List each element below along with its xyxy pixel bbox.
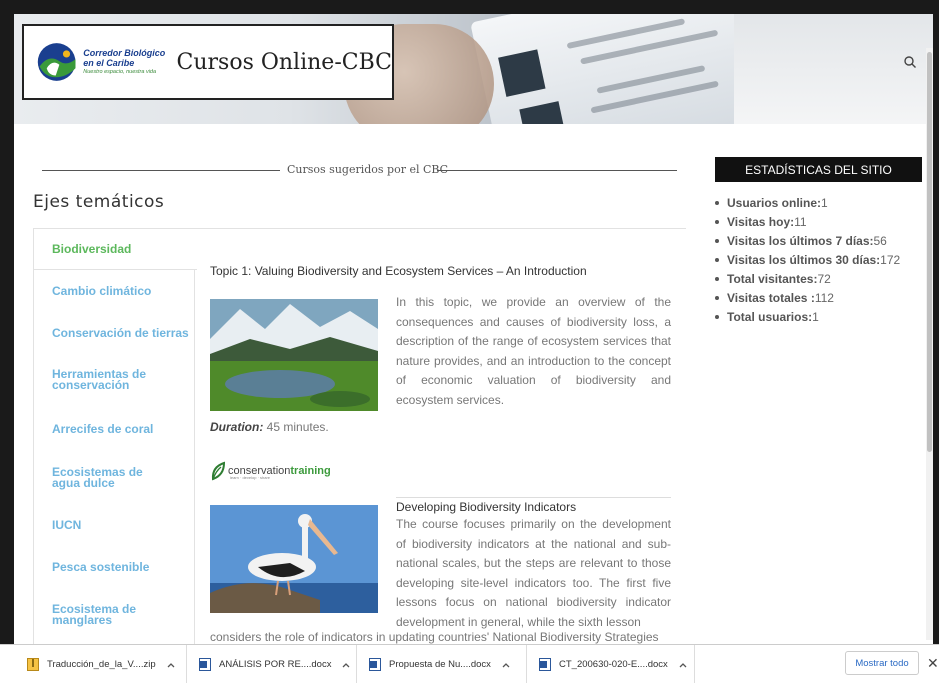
stat-value: 112 [814,291,834,305]
stats-heading: ESTADÍSTICAS DEL SITIO [715,157,922,182]
chevron-up-icon[interactable] [501,660,511,670]
course-image-pelican[interactable] [210,505,378,613]
chevron-up-icon[interactable] [166,660,176,670]
sidebar-item-herramientas[interactable]: Herramientas de conservación [34,358,174,402]
word-file-icon [539,658,551,671]
sidebar-item-cambio-climatico[interactable]: Cambio climático [34,270,196,312]
chevron-up-icon[interactable] [341,660,351,670]
scrollbar-thumb[interactable] [927,52,932,452]
download-item[interactable]: ANÁLISIS POR RE....docx [187,645,357,683]
download-item[interactable]: CT_200630-020-E....docx [527,645,695,683]
site-logo[interactable]: Corredor Biológico en el Caribe Nuestro … [22,24,394,100]
course-duration: Duration: 45 minutes. [210,420,329,434]
zip-file-icon [27,658,39,671]
close-icon[interactable]: ✕ [927,655,939,672]
stat-item: Total usuarios:1 [714,310,900,329]
download-filename: CT_200630-020-E....docx [559,659,668,670]
course-description: In this topic, we provide an overview of… [396,295,671,407]
sidebar-item-biodiversidad[interactable]: Biodiversidad [34,228,197,270]
sidebar-item-agua-dulce[interactable]: Ecosistemas de agua dulce [34,456,174,500]
stat-value: 172 [880,253,901,267]
topic-nav: Biodiversidad Cambio climático Conservac… [33,228,197,644]
download-item[interactable]: Propuesta de Nu....docx [357,645,527,683]
stat-key: Total usuarios: [727,310,813,324]
logo-line-1: Corredor Biológico [83,48,166,58]
logo-line-2: en el Caribe [83,58,135,68]
stat-key: Visitas los últimos 7 días: [727,234,874,248]
window-frame-left [0,0,14,644]
stat-key: Visitas totales : [727,291,815,305]
stat-item: Visitas los últimos 7 días:56 [714,234,900,253]
page-scrollbar[interactable] [926,48,933,640]
stat-key: Visitas hoy: [727,215,795,229]
banner-device-image [734,14,933,124]
download-filename: Propuesta de Nu....docx [389,659,491,670]
stat-item: Usuarios online:1 [714,196,900,215]
stat-item: Total visitantes:72 [714,272,900,291]
course-image-landscape[interactable] [210,299,378,411]
leaf-icon [211,461,226,481]
window-frame-top [0,0,939,14]
provider-logo[interactable]: conservationtraining learn · develop · s… [210,461,331,481]
search-icon[interactable] [903,55,917,69]
stat-key: Total visitantes: [727,272,818,286]
course-title-2[interactable]: Developing Biodiversity Indicators [396,500,576,514]
stat-key: Usuarios online: [727,196,822,210]
sidebar-item-arrecifes[interactable]: Arrecifes de coral [34,408,196,450]
download-item[interactable]: Traducción_de_la_V....zip [0,645,187,683]
download-filename: Traducción_de_la_V....zip [47,659,156,670]
download-filename: ANÁLISIS POR RE....docx [219,659,332,670]
stats-list: Usuarios online:1 Visitas hoy:11 Visitas… [714,196,900,329]
stat-item: Visitas hoy:11 [714,215,900,234]
course-description-2-cont: considers the role of indicators in upda… [210,631,659,644]
banner-tablet-image [470,14,758,124]
stat-item: Visitas totales :112 [714,291,900,310]
section-rule-right [437,170,677,171]
stat-value: 72 [817,272,831,286]
stat-value: 56 [873,234,887,248]
stat-value: 1 [812,310,819,324]
sidebar-item-manglares[interactable]: Ecosistema de manglares [34,593,154,637]
show-all-downloads-button[interactable]: Mostrar todo [845,651,919,675]
sidebar-item-pesca[interactable]: Pesca sostenible [34,546,196,588]
section-rule-left [42,170,280,171]
section-label: Cursos sugeridos por el CBC [287,163,449,176]
cbc-logo-icon [37,43,76,81]
site-title[interactable]: Cursos Online-CBC [177,50,392,75]
duration-label: Duration: [210,420,264,434]
chevron-up-icon[interactable] [678,660,688,670]
provider-name-part2: training [290,465,331,477]
word-file-icon [369,658,381,671]
topics-heading: Ejes temáticos [33,192,165,212]
sidebar-item-iucn[interactable]: IUCN [34,504,196,546]
download-bar: Traducción_de_la_V....zip ANÁLISIS POR R… [0,644,939,683]
stat-value: 11 [794,215,807,229]
word-file-icon [199,658,211,671]
logo-tagline: Nuestro espacio, nuestra vida [83,69,157,75]
duration-value: 45 minutes. [266,420,329,434]
course-divider [396,497,671,498]
course-description-2: The course focuses primarily on the deve… [396,517,671,629]
provider-tagline: learn · develop · share [230,475,271,480]
course-title[interactable]: Topic 1: Valuing Biodiversity and Ecosys… [210,264,587,278]
sidebar-item-conservacion-tierras[interactable]: Conservación de tierras [34,312,196,354]
stat-value: 1 [821,196,828,210]
stat-key: Visitas los últimos 30 días: [727,253,881,267]
window-frame-right [933,0,939,644]
stat-item: Visitas los últimos 30 días:172 [714,253,900,272]
